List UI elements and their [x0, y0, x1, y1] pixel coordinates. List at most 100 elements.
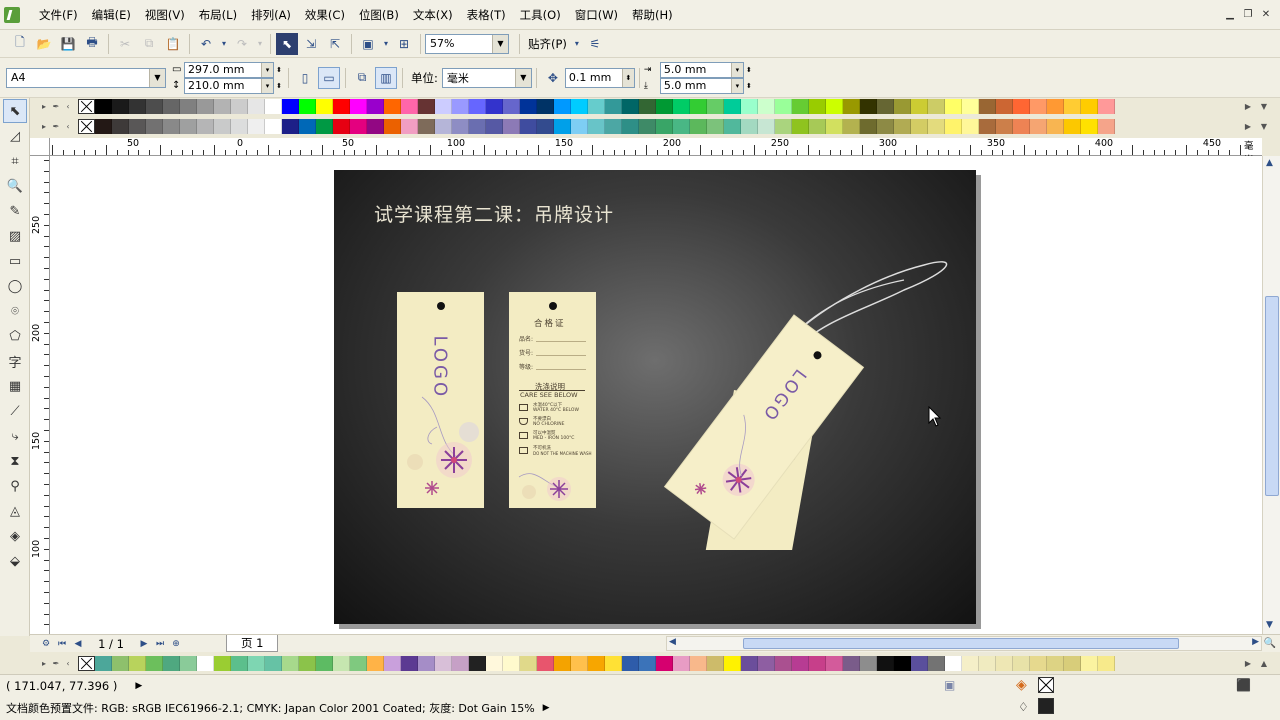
color-swatch[interactable] — [758, 655, 775, 671]
color-swatch[interactable] — [741, 118, 758, 134]
color-swatch[interactable] — [316, 655, 333, 671]
color-swatch[interactable] — [724, 655, 741, 671]
color-swatch[interactable] — [792, 118, 809, 134]
color-swatch[interactable] — [809, 98, 826, 114]
menu-item[interactable]: 窗口(W) — [568, 0, 625, 30]
current-page-icon[interactable]: ▥ — [375, 66, 397, 89]
color-swatch[interactable] — [809, 118, 826, 134]
paste-icon[interactable]: 📋 — [162, 33, 184, 55]
color-swatch[interactable] — [486, 98, 503, 114]
color-swatch[interactable] — [554, 98, 571, 114]
color-swatch[interactable] — [316, 98, 333, 114]
color-swatch[interactable] — [112, 655, 129, 671]
color-swatch[interactable] — [1030, 98, 1047, 114]
eyedropper-icon[interactable]: ✒ — [50, 100, 62, 112]
eyedropper-tool-icon[interactable]: ⚲ — [3, 474, 27, 498]
horizontal-ruler[interactable]: 50050100150200250300350400450毫米 — [50, 138, 1262, 166]
color-swatch[interactable] — [163, 118, 180, 134]
profile-expand-icon[interactable]: ▶ — [543, 703, 550, 713]
color-swatch[interactable] — [979, 118, 996, 134]
shape-tool-icon[interactable]: ◿ — [3, 124, 27, 148]
last-page-icon[interactable]: ⏭ — [153, 633, 167, 655]
paper-size-combo[interactable]: A4 ▼ — [6, 67, 166, 88]
eyedropper-icon[interactable]: ✒ — [50, 120, 62, 132]
no-color-swatch[interactable] — [78, 655, 95, 671]
color-swatch[interactable] — [231, 118, 248, 134]
color-swatch[interactable] — [503, 98, 520, 114]
application-launcher-icon[interactable]: ▣ — [357, 33, 379, 55]
zoom-level-combo[interactable]: 57% ▼ — [425, 33, 509, 54]
color-swatch[interactable] — [180, 118, 197, 134]
snap-dropdown-icon[interactable]: ▾ — [572, 33, 582, 55]
color-swatch[interactable] — [384, 98, 401, 114]
color-swatch[interactable] — [95, 98, 112, 114]
color-swatch[interactable] — [962, 655, 979, 671]
color-swatch[interactable] — [571, 655, 588, 671]
color-swatch[interactable] — [656, 655, 673, 671]
duplicate-x-input[interactable]: 5.0 mm ▾ — [659, 61, 744, 78]
launcher-dropdown-icon[interactable]: ▾ — [381, 33, 391, 55]
color-swatch[interactable] — [146, 118, 163, 134]
color-swatch[interactable] — [588, 98, 605, 114]
color-swatch[interactable] — [520, 98, 537, 114]
color-swatch[interactable] — [605, 98, 622, 114]
vertical-ruler[interactable]: 250 200 150 100 — [30, 156, 50, 634]
color-swatch[interactable] — [979, 655, 996, 671]
freehand-tool-icon[interactable]: ✎ — [3, 199, 27, 223]
color-swatch[interactable] — [1064, 655, 1081, 671]
undo-dropdown-icon[interactable]: ▾ — [219, 33, 229, 55]
dup-y-spin-icon[interactable]: ⬍ — [744, 82, 754, 90]
color-swatch[interactable] — [435, 118, 452, 134]
color-swatch[interactable] — [401, 98, 418, 114]
color-swatch[interactable] — [588, 655, 605, 671]
color-swatch[interactable] — [554, 655, 571, 671]
color-swatch[interactable] — [1064, 118, 1081, 134]
color-swatch[interactable] — [690, 98, 707, 114]
color-swatch[interactable] — [418, 98, 435, 114]
color-swatch[interactable] — [129, 118, 146, 134]
color-swatch[interactable] — [367, 655, 384, 671]
color-swatch[interactable] — [1064, 98, 1081, 114]
color-swatch[interactable] — [962, 98, 979, 114]
color-swatch[interactable] — [894, 118, 911, 134]
color-swatch[interactable] — [333, 655, 350, 671]
zoom-tool-icon[interactable]: 🔍 — [3, 174, 27, 198]
color-swatch[interactable] — [826, 98, 843, 114]
search-content-icon[interactable]: ⬉ — [276, 32, 298, 55]
color-swatch[interactable] — [843, 118, 860, 134]
color-swatch[interactable] — [282, 118, 299, 134]
palette-scroll-right-icon[interactable]: ▶ — [1242, 120, 1254, 132]
ruler-origin[interactable] — [30, 138, 50, 156]
color-swatch[interactable] — [792, 98, 809, 114]
color-swatch[interactable] — [537, 655, 554, 671]
color-swatch[interactable] — [877, 655, 894, 671]
text-tool-icon[interactable]: 字 — [3, 349, 27, 373]
color-swatch[interactable] — [129, 655, 146, 671]
color-swatch[interactable] — [843, 655, 860, 671]
horizontal-scroll-thumb[interactable] — [743, 638, 1179, 649]
menu-item[interactable]: 效果(C) — [298, 0, 352, 30]
import-icon[interactable]: ⇲ — [300, 33, 322, 55]
color-swatch[interactable] — [231, 98, 248, 114]
rectangle-tool-icon[interactable]: ▭ — [3, 249, 27, 273]
page-width-input[interactable]: 297.0 mm ▾ — [184, 61, 274, 78]
color-swatch[interactable] — [622, 118, 639, 134]
color-swatch[interactable] — [605, 655, 622, 671]
close-icon[interactable]: ✕ — [1258, 8, 1274, 22]
palette-expand-icon[interactable]: ▲ — [1258, 657, 1270, 669]
color-swatch[interactable] — [214, 98, 231, 114]
palette-scroll-right-icon[interactable]: ▶ — [1242, 657, 1254, 669]
color-swatch[interactable] — [673, 98, 690, 114]
landscape-icon[interactable]: ▭ — [318, 66, 340, 89]
interactive-blend-tool-icon[interactable]: ⧗ — [3, 449, 27, 473]
color-swatch[interactable] — [231, 655, 248, 671]
menu-item[interactable]: 布局(L) — [192, 0, 244, 30]
welcome-screen-icon[interactable]: ⊞ — [393, 33, 415, 55]
color-swatch[interactable] — [690, 118, 707, 134]
crop-tool-icon[interactable]: ⌗ — [3, 149, 27, 173]
document-page[interactable]: 试学课程第二课：吊牌设计 LOGO 合格证 品名: 货号: 等级: 洗涤说明 C… — [334, 170, 976, 624]
scroll-left-icon[interactable]: ◀ — [669, 637, 676, 647]
color-swatch[interactable] — [877, 118, 894, 134]
color-swatch[interactable] — [962, 118, 979, 134]
color-swatch[interactable] — [1013, 118, 1030, 134]
